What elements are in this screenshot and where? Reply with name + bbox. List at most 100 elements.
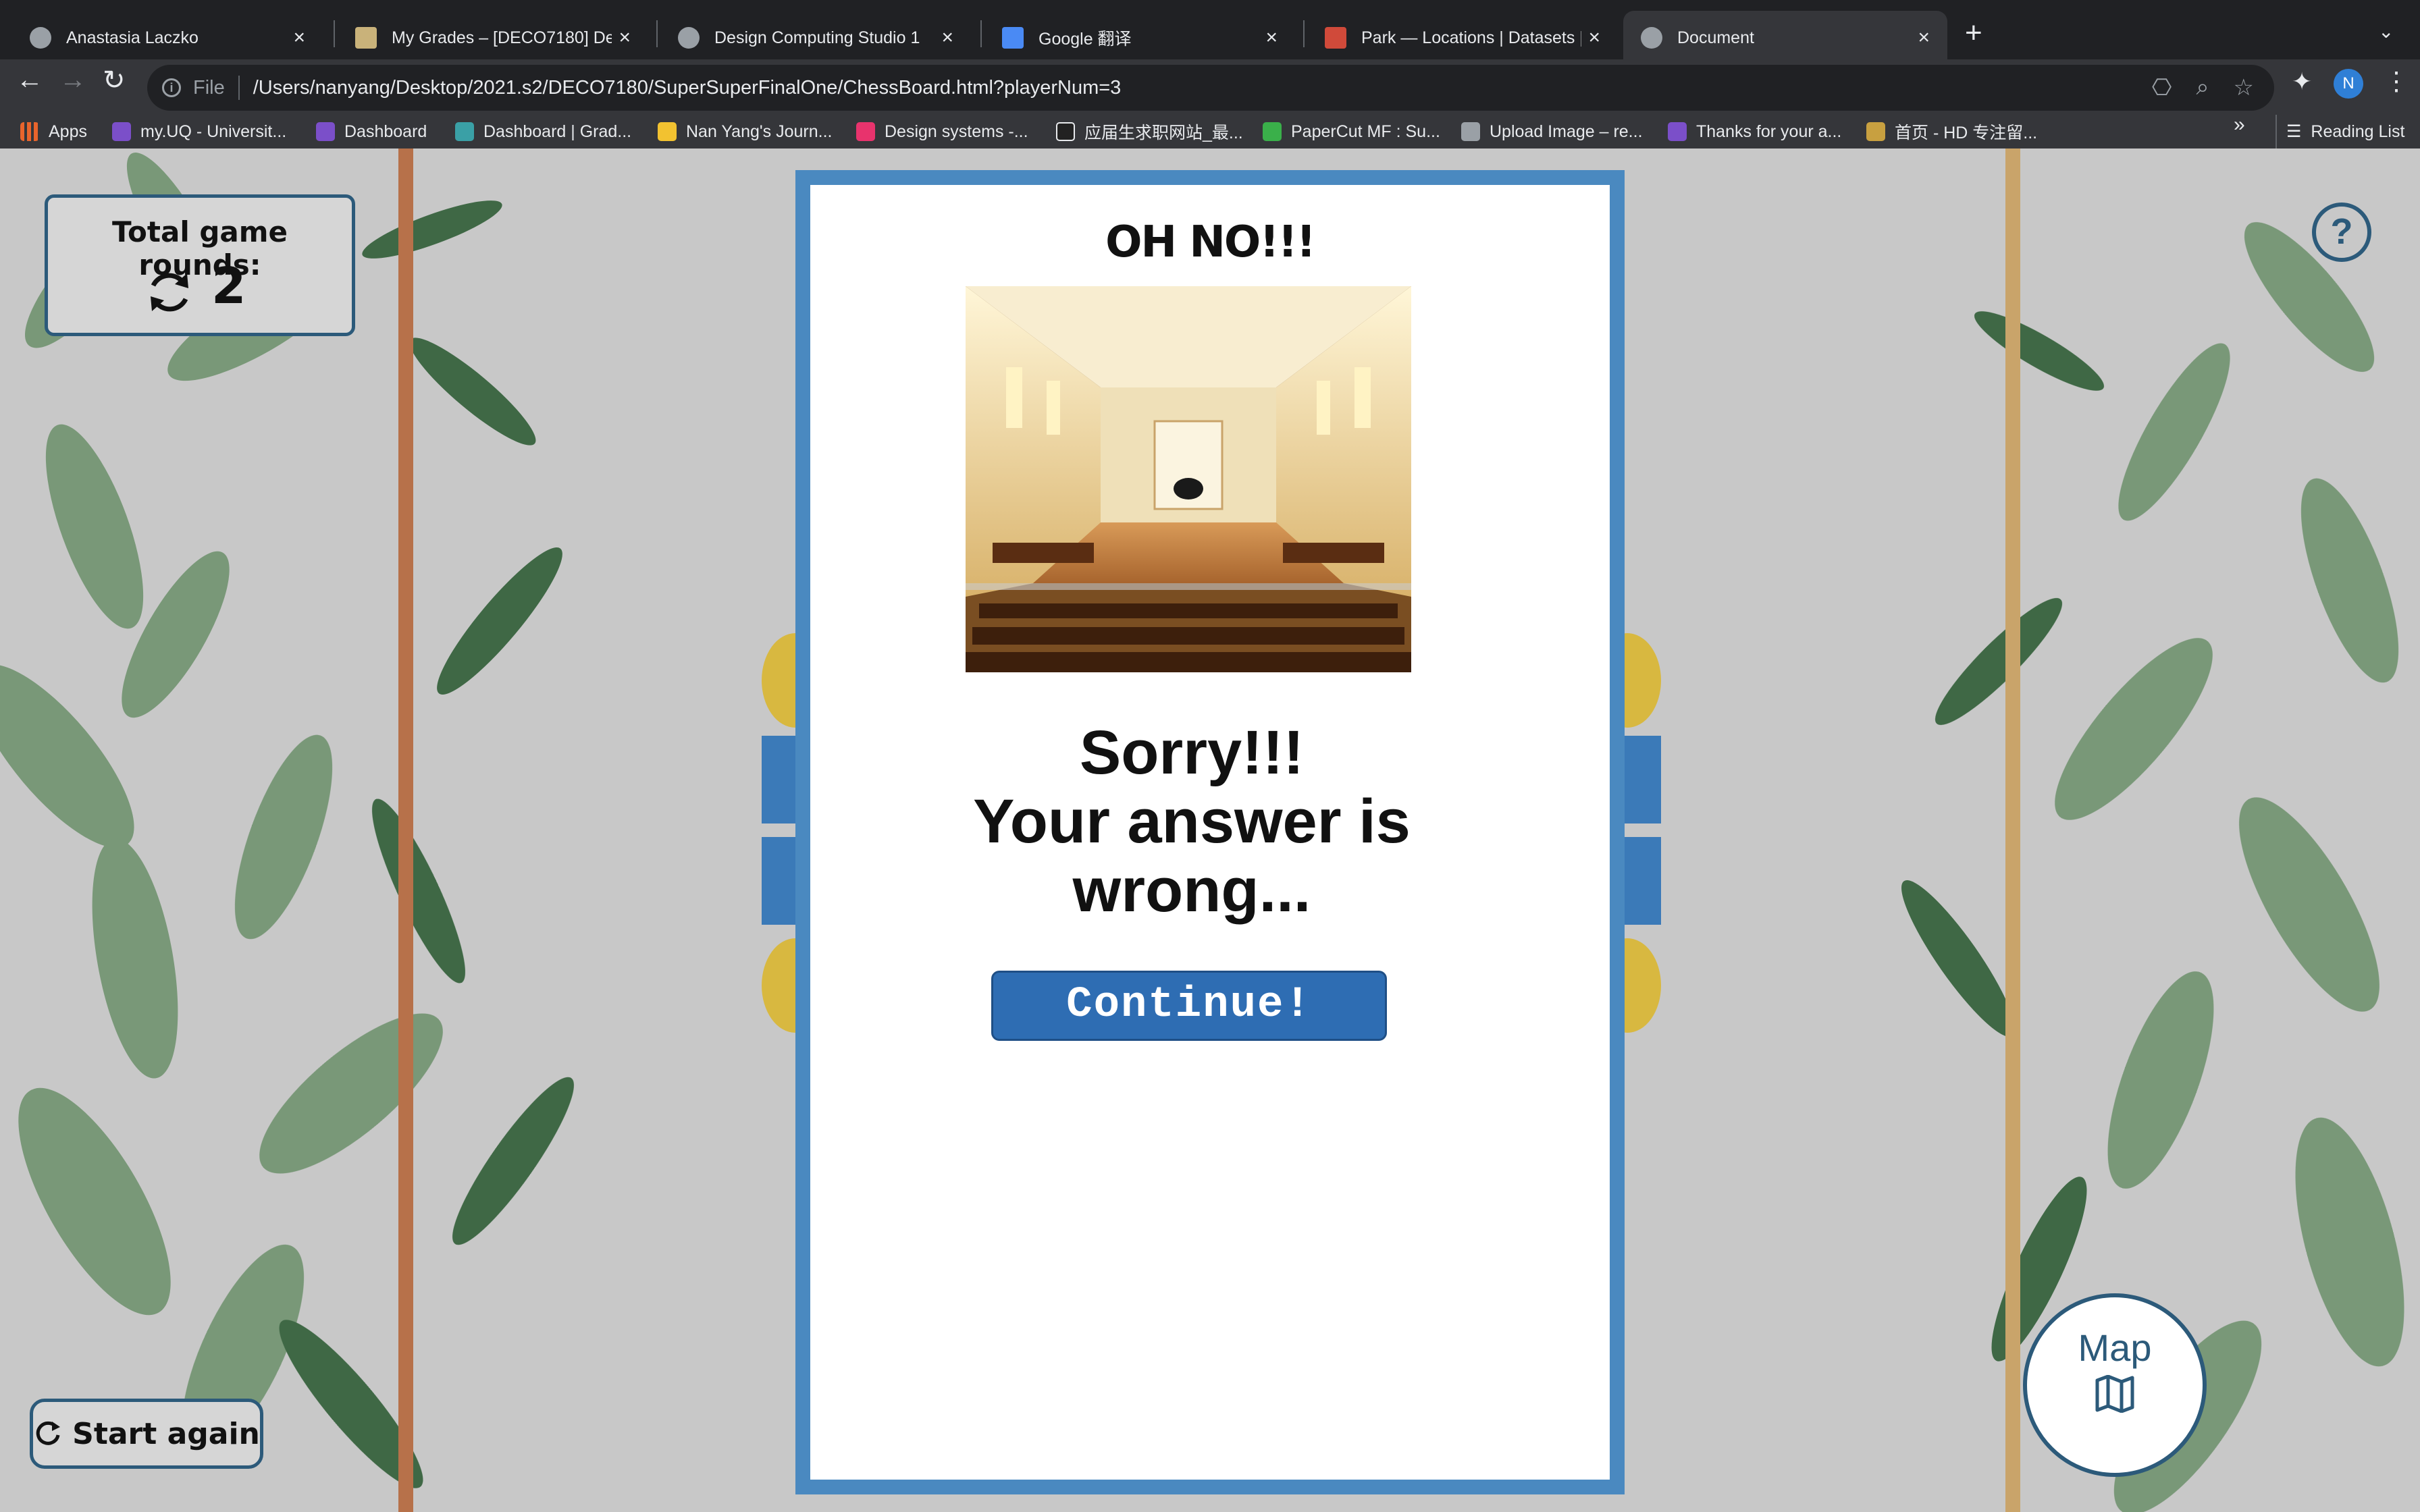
bookmark-label: Dashboard | Grad...: [483, 122, 632, 141]
tab-document[interactable]: Document ×: [1623, 11, 1947, 65]
bookmark-dashboard[interactable]: Dashboard: [316, 115, 427, 148]
address-bar-actions: ⎔ ⌕ ☆: [2152, 74, 2254, 101]
globe-icon: [1641, 27, 1662, 49]
browser-menu-icon[interactable]: ⋮: [2384, 66, 2409, 97]
total-rounds-value: 2: [211, 257, 246, 315]
bookmark-nan-yang-journal[interactable]: Nan Yang's Journ...: [658, 115, 832, 148]
profile-avatar[interactable]: N: [2334, 69, 2363, 99]
refresh-cycle-icon: [151, 273, 188, 312]
reading-list-icon: ☰: [2286, 122, 2302, 141]
bookmark-label: Nan Yang's Journ...: [686, 122, 833, 141]
total-rounds-panel: Total game rounds: 2: [45, 194, 355, 336]
translate-icon[interactable]: ⎔: [2152, 74, 2172, 101]
info-icon[interactable]: i: [162, 78, 181, 97]
ed-icon: [316, 122, 335, 141]
zoom-icon[interactable]: ⌕: [2196, 74, 2209, 101]
apps-grid-icon: [20, 122, 39, 141]
uq-shield-icon: [112, 122, 131, 141]
url-text[interactable]: /Users/nanyang/Desktop/2021.s2/DECO7180/…: [253, 77, 1122, 99]
bookmark-star-icon[interactable]: ☆: [2234, 74, 2254, 101]
bookmark-label: Design systems -...: [885, 122, 1028, 141]
tab-google-translate[interactable]: Google 翻译 ×: [984, 11, 1295, 65]
message-line-2: Your answer is: [973, 787, 1411, 856]
bookmark-thanks[interactable]: Thanks for your a...: [1668, 115, 1841, 148]
tab-separator: [1303, 20, 1305, 47]
globe-icon: [678, 27, 700, 49]
bookmark-label: Apps: [49, 122, 87, 141]
reading-list-label: Reading List: [2311, 122, 2405, 141]
close-icon[interactable]: ×: [619, 26, 631, 49]
globe-icon: [30, 27, 51, 49]
bookmark-myuq[interactable]: my.UQ - Universit...: [112, 115, 286, 148]
message-line-1: Sorry!!!: [1079, 718, 1305, 787]
tab-park-locations[interactable]: Park — Locations | Datasets | c ×: [1307, 11, 1618, 65]
bookmark-label: Thanks for your a...: [1696, 122, 1842, 141]
uq-shield-icon: [1668, 122, 1687, 141]
bookmark-hd[interactable]: 首页 - HD 专注留...: [1866, 115, 2037, 148]
bookmark-label: 首页 - HD 专注留...: [1895, 124, 2038, 142]
bookmark-label: Dashboard: [344, 122, 427, 141]
blackboard-icon: [355, 27, 377, 49]
map-book-icon: [2095, 1374, 2134, 1413]
bookmark-label: PaperCut MF : Su...: [1291, 122, 1440, 141]
reading-list-button[interactable]: ☰ Reading List: [2276, 115, 2404, 148]
tab-label: My Grades – [DECO7180] Desi: [392, 28, 612, 47]
url-divider: [238, 76, 240, 100]
start-again-label: Start again: [72, 1416, 260, 1451]
close-icon[interactable]: ×: [1265, 26, 1278, 49]
bar-chart-icon: [455, 122, 474, 141]
wooden-pole-left: [398, 148, 413, 1512]
extensions-puzzle-icon[interactable]: ✦: [2292, 68, 2312, 96]
tab-label: Park — Locations | Datasets | c: [1361, 28, 1582, 47]
wrong-answer-modal: OH NO!!! Sorry!!! Your answer is wrong..…: [795, 170, 1625, 1494]
tab-my-grades[interactable]: My Grades – [DECO7180] Desi ×: [338, 11, 648, 65]
site-icon: [1056, 122, 1075, 141]
wrong-answer-message: Sorry!!! Your answer is wrong...: [810, 718, 1573, 925]
bookmark-label: 应届生求职网站_最...: [1084, 124, 1243, 142]
close-icon[interactable]: ×: [1918, 26, 1930, 49]
map-button[interactable]: Map: [2023, 1293, 2207, 1477]
invision-icon: [856, 122, 875, 141]
tab-separator: [334, 20, 335, 47]
bookmark-papercut[interactable]: PaperCut MF : Su...: [1263, 115, 1440, 148]
new-tab-plus-icon[interactable]: +: [1965, 16, 1982, 50]
tab-separator: [656, 20, 658, 47]
bookmarks-overflow-icon[interactable]: »: [2234, 113, 2245, 136]
tab-design-computing[interactable]: Design Computing Studio 1 ×: [660, 11, 971, 65]
bookmark-design-systems[interactable]: Design systems -...: [856, 115, 1028, 148]
reload-icon[interactable]: ↻: [103, 65, 126, 96]
start-again-button[interactable]: Start again: [30, 1399, 263, 1469]
tab-anastasia[interactable]: Anastasia Laczko ×: [12, 11, 323, 65]
bookmark-yingjiesheng[interactable]: 应届生求职网站_最...: [1056, 115, 1243, 148]
wooden-pole-right: [2005, 148, 2020, 1512]
restart-icon: [36, 1421, 61, 1445]
close-icon[interactable]: ×: [293, 26, 305, 49]
address-bar[interactable]: i File /Users/nanyang/Desktop/2021.s2/DE…: [147, 65, 2274, 111]
message-line-3: wrong...: [1072, 856, 1311, 925]
tab-label: Google 翻译: [1038, 30, 1132, 49]
help-question-icon[interactable]: ?: [2312, 202, 2371, 262]
tab-search-chevron-icon[interactable]: ⌄: [2378, 20, 2394, 43]
tab-label: Design Computing Studio 1: [714, 28, 920, 47]
concert-hall-image: [966, 286, 1411, 672]
bookmark-upload-image[interactable]: Upload Image – re...: [1461, 115, 1643, 148]
hd-icon: [1866, 122, 1885, 141]
papercut-icon: [1263, 122, 1282, 141]
bookmark-apps[interactable]: Apps: [20, 115, 87, 148]
dataset-icon: [1325, 27, 1346, 49]
tab-label: Anastasia Laczko: [66, 28, 199, 47]
continue-button[interactable]: Continue!: [991, 971, 1387, 1041]
total-rounds-label: Total game rounds:: [111, 215, 288, 281]
google-translate-icon: [1002, 27, 1024, 49]
modal-title: OH NO!!!: [1105, 217, 1316, 267]
url-scheme: File: [193, 76, 225, 99]
bookmark-dashboard-grad[interactable]: Dashboard | Grad...: [455, 115, 631, 148]
close-icon[interactable]: ×: [941, 26, 953, 49]
back-arrow-icon[interactable]: ←: [16, 65, 43, 95]
close-icon[interactable]: ×: [1588, 26, 1600, 49]
game-page: Total game rounds: 2 ? Start again Map O…: [0, 148, 2420, 1512]
map-label: Map: [2078, 1326, 2152, 1369]
layers-icon: [1461, 122, 1480, 141]
forward-arrow-icon[interactable]: →: [59, 65, 86, 95]
tab-separator: [980, 20, 982, 47]
